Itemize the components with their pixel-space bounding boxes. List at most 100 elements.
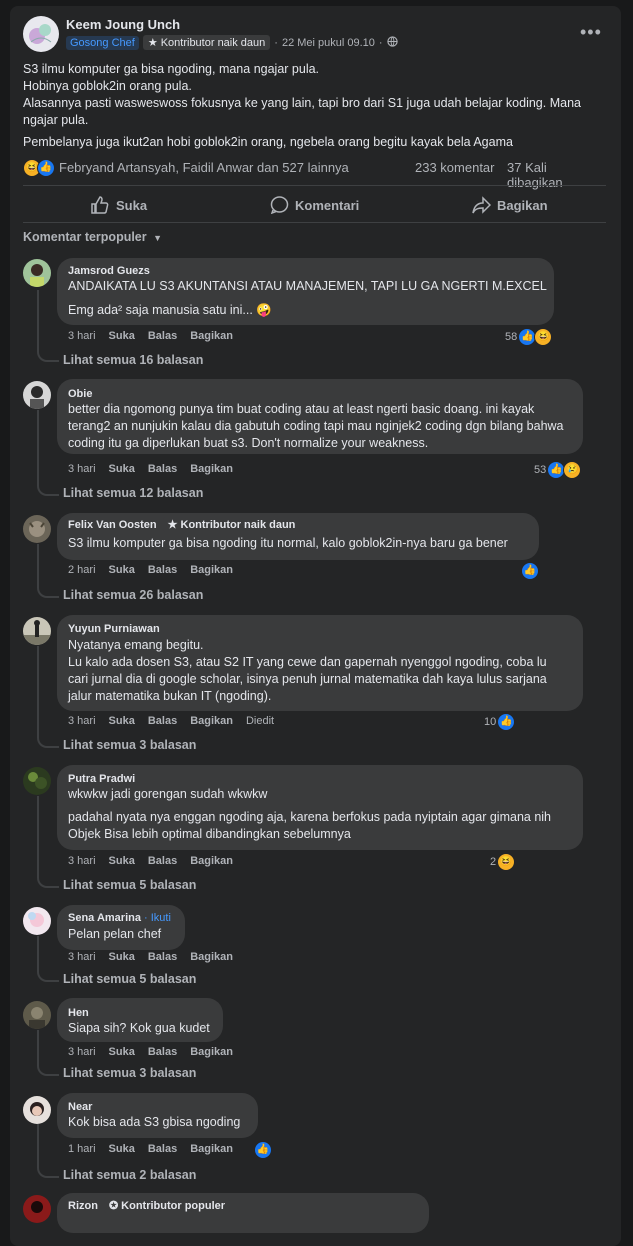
comment-share-button[interactable]: Bagikan [190,855,233,867]
avatar[interactable] [23,617,51,645]
comment-author[interactable]: Rizon ✪ Kontributor populer [68,1198,231,1213]
comment-like-button[interactable]: Suka [109,463,135,475]
share-button[interactable]: Bagikan [471,196,548,214]
comment-like-button[interactable]: Suka [109,1143,135,1155]
comment-sort-label: Komentar terpopuler [23,230,147,244]
view-replies-link[interactable]: Lihat semua 16 balasan [63,353,203,367]
thread-line [37,1124,39,1164]
comment-share-button[interactable]: Bagikan [190,330,233,342]
thread-line [37,290,39,348]
comment-text: S3 ilmu komputer ga bisa ngoding itu nor… [68,536,508,550]
comment-time[interactable]: 3 hari [68,463,96,475]
comment-share-button[interactable]: Bagikan [190,1143,233,1155]
comment-time[interactable]: 1 hari [68,1143,96,1155]
comment-author[interactable]: Putra Pradwi [68,773,135,785]
comment-share-button[interactable]: Bagikan [190,715,233,727]
comments-count[interactable]: 233 komentar [415,160,495,175]
comment-sort-dropdown[interactable]: Komentar terpopuler ▼ [23,230,162,244]
avatar[interactable] [23,1096,51,1124]
thread-line [37,1030,39,1062]
comment-reply-button[interactable]: Balas [148,855,177,867]
reaction-count: 2 [490,856,497,868]
thread-connector [37,1062,59,1076]
thread-connector [37,968,59,982]
comment-reactions[interactable]: 10 👍 [484,713,516,731]
reactors-text[interactable]: Febryand Artansyah, Faidil Anwar dan 527… [59,160,349,175]
comment-like-button[interactable]: Suka [109,951,135,963]
view-replies-link[interactable]: Lihat semua 12 balasan [63,486,203,500]
more-options-icon[interactable]: ••• [580,22,602,43]
comment-button-label: Komentari [295,197,360,213]
follow-link[interactable]: · Ikuti [144,912,171,924]
like-button[interactable]: Suka [90,196,147,214]
post-author-name[interactable]: Keem Joung Unch [66,17,180,32]
comment-actions: 3 hari Suka Balas Bagikan [68,951,233,963]
view-replies-link[interactable]: Lihat semua 5 balasan [63,972,196,986]
comment-reply-button[interactable]: Balas [148,951,177,963]
like-icon: 👍 [521,562,539,580]
edited-label: Diedit [245,715,275,727]
comment-button[interactable]: Komentari [270,196,359,214]
group-badge[interactable]: Gosong Chef [66,35,139,50]
comment-reactions[interactable]: 58 👍 😆 [505,328,553,346]
reaction-count: 10 [484,716,497,728]
comment-author[interactable]: Sena Amarina · Ikuti [68,912,171,924]
comment-like-button[interactable]: Suka [109,715,135,727]
view-replies-link[interactable]: Lihat semua 2 balasan [63,1168,196,1182]
comment-time[interactable]: 3 hari [68,951,96,963]
contributor-badge: ✪ Kontributor populer [103,1198,231,1213]
comment-reply-button[interactable]: Balas [148,1143,177,1155]
thread-line [37,796,39,874]
thread-line [37,936,39,968]
comment-time[interactable]: 3 hari [68,330,96,342]
comment-share-button[interactable]: Bagikan [190,1046,233,1058]
comment-like-button[interactable]: Suka [109,855,135,867]
avatar[interactable] [23,907,51,935]
comment-reply-button[interactable]: Balas [148,715,177,727]
thread-connector [37,874,59,888]
comment-reply-button[interactable]: Balas [148,330,177,342]
comment-author[interactable]: Hen [68,1007,89,1019]
avatar[interactable] [23,767,51,795]
comment-time[interactable]: 3 hari [68,715,96,727]
avatar[interactable] [23,515,51,543]
view-replies-link[interactable]: Lihat semua 3 balasan [63,1066,196,1080]
avatar[interactable] [23,1001,51,1029]
comment-author[interactable]: Obie [68,388,92,400]
comment-reactions[interactable]: 53 👍 😢 [534,461,582,479]
comment-like-button[interactable]: Suka [109,564,135,576]
comment-text: Nyatanya emang begitu. [68,638,204,652]
comment-actions: 3 hari Suka Balas Bagikan [68,463,233,475]
comment-share-button[interactable]: Bagikan [190,951,233,963]
comment-like-button[interactable]: Suka [109,1046,135,1058]
post-author-avatar[interactable] [23,16,59,52]
comment-time[interactable]: 3 hari [68,1046,96,1058]
comment-author[interactable]: Felix Van Oosten ★ Kontributor naik daun [68,517,301,532]
post-timestamp[interactable]: 22 Mei pukul 09.10 [282,37,375,49]
comment-text: wkwkw jadi gorengan sudah wkwkw [68,787,268,801]
view-replies-link[interactable]: Lihat semua 3 balasan [63,738,196,752]
avatar[interactable] [23,381,51,409]
comment-share-button[interactable]: Bagikan [190,463,233,475]
comment-time[interactable]: 3 hari [68,855,96,867]
comment-like-button[interactable]: Suka [109,330,135,342]
comment-author[interactable]: Jamsrod Guezs [68,265,150,277]
comment-reply-button[interactable]: Balas [148,463,177,475]
comment-share-button[interactable]: Bagikan [190,564,233,576]
reaction-count: 53 [534,464,547,476]
comment-reactions[interactable]: 2 😆 [490,853,516,871]
contributor-badge: ★ Kontributor naik daun [142,35,271,50]
view-replies-link[interactable]: Lihat semua 5 balasan [63,878,196,892]
comment-reply-button[interactable]: Balas [148,564,177,576]
comment-reactions[interactable]: 👍 [521,562,539,580]
avatar[interactable] [23,1195,51,1223]
comment-time[interactable]: 2 hari [68,564,96,576]
comment-author[interactable]: Near [68,1101,92,1113]
separator: · [378,36,383,49]
comment-reply-button[interactable]: Balas [148,1046,177,1058]
comment-reactions[interactable]: 👍 [254,1141,272,1159]
avatar[interactable] [23,259,51,287]
comment-author[interactable]: Yuyun Purniawan [68,623,160,635]
reaction-icons[interactable]: 😆 👍 [23,159,55,177]
view-replies-link[interactable]: Lihat semua 26 balasan [63,588,203,602]
